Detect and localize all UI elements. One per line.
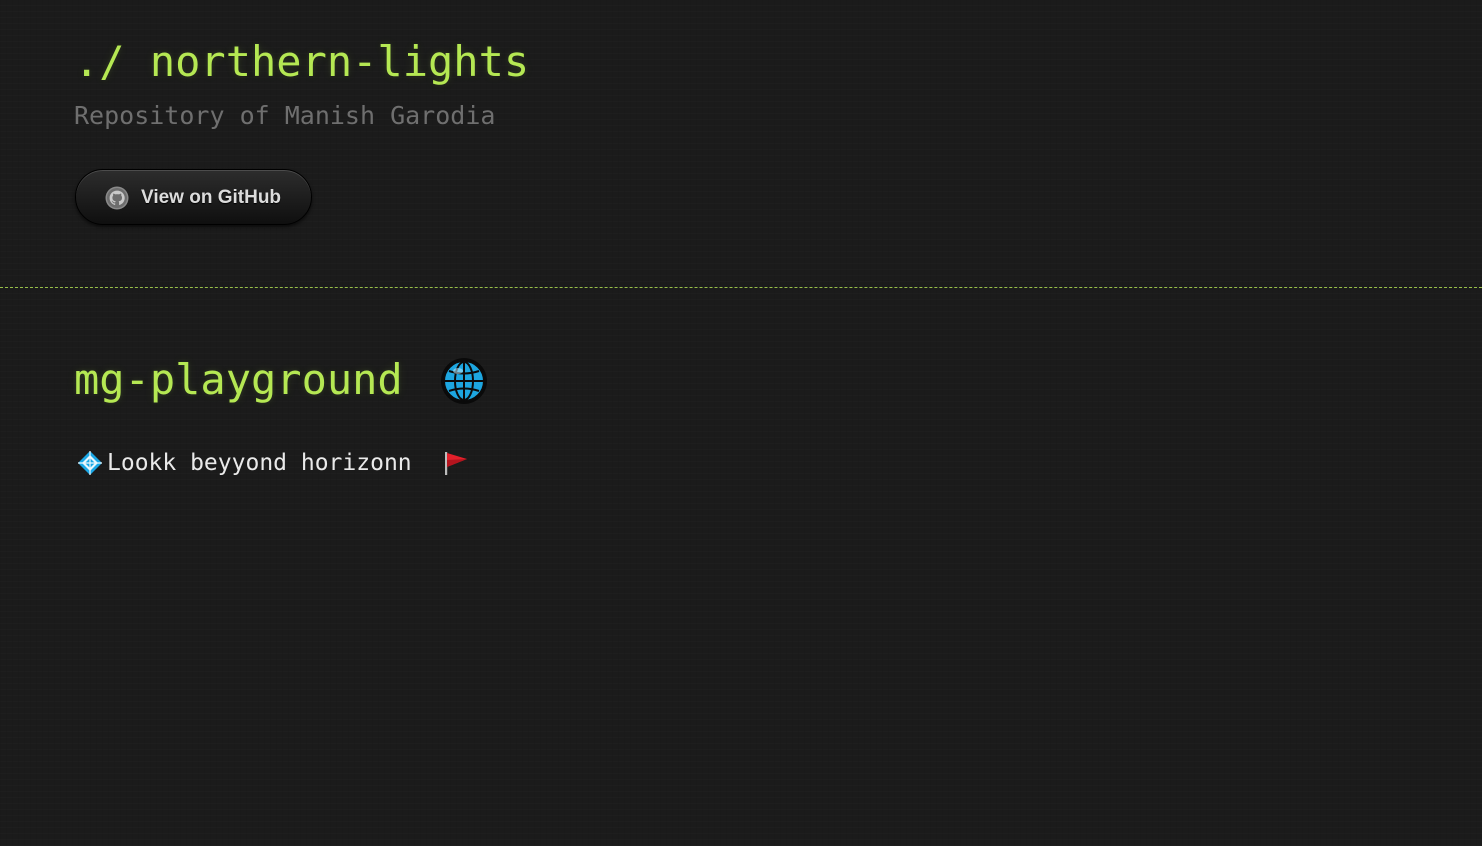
page: { "header": { "title": "./ northern-ligh… (0, 0, 1482, 846)
red-flag-icon (445, 452, 467, 475)
site-header: ./ northern-lights Repository of Manish … (0, 0, 1482, 288)
view-on-github-button[interactable]: View on GitHub (75, 169, 312, 225)
site-subtitle: Repository of Manish Garodia (74, 101, 496, 130)
site-title: ./ northern-lights (74, 37, 530, 86)
github-octocat-icon (105, 186, 129, 210)
section-heading: mg-playground (74, 355, 403, 404)
view-on-github-label: View on GitHub (141, 187, 282, 208)
description-text: Lookk beyyond horizonn (107, 450, 412, 476)
globe-icon (441, 358, 487, 404)
header-divider (0, 287, 1482, 288)
blue-diamond-icon (78, 451, 102, 475)
